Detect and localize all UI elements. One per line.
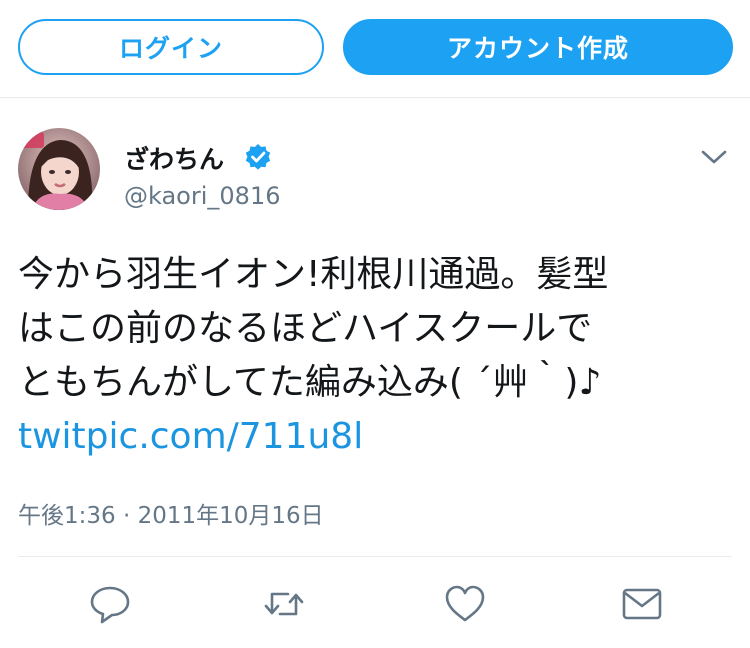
tweet-page: ログイン アカウント作成 ざわちん @kaori_0816 今から羽生イオン!利… [0,0,750,648]
retweet-icon[interactable] [262,582,306,626]
verified-badge-icon [244,143,272,171]
envelope-icon[interactable] [620,582,664,626]
signup-button[interactable]: アカウント作成 [343,19,733,75]
tweet-text-line: はこの前のなるほどハイスクールで [18,308,593,349]
top-bar: ログイン アカウント作成 [0,0,750,98]
avatar-image [18,128,100,210]
tweet-text-line: ともちんがしてた編み込み( ´艸｀)♪ [18,362,602,403]
tweet-link[interactable]: twitpic.com/711u8l [18,416,363,457]
chevron-down-icon[interactable] [700,148,728,166]
reply-icon[interactable] [88,582,132,626]
login-button[interactable]: ログイン [18,19,324,75]
avatar[interactable] [18,128,100,210]
heart-icon[interactable] [443,582,487,626]
tweet-timestamp[interactable]: 午後1:36 · 2011年10月16日 [18,496,324,530]
tweet-text: 今から羽生イオン!利根川通過。髪型 はこの前のなるほどハイスクールで ともちんが… [18,248,730,410]
tweet-text-line: 今から羽生イオン!利根川通過。髪型 [18,254,609,295]
author-handle[interactable]: @kaori_0816 [124,182,280,210]
author-display-name[interactable]: ざわちん [124,140,224,176]
divider [18,556,732,557]
